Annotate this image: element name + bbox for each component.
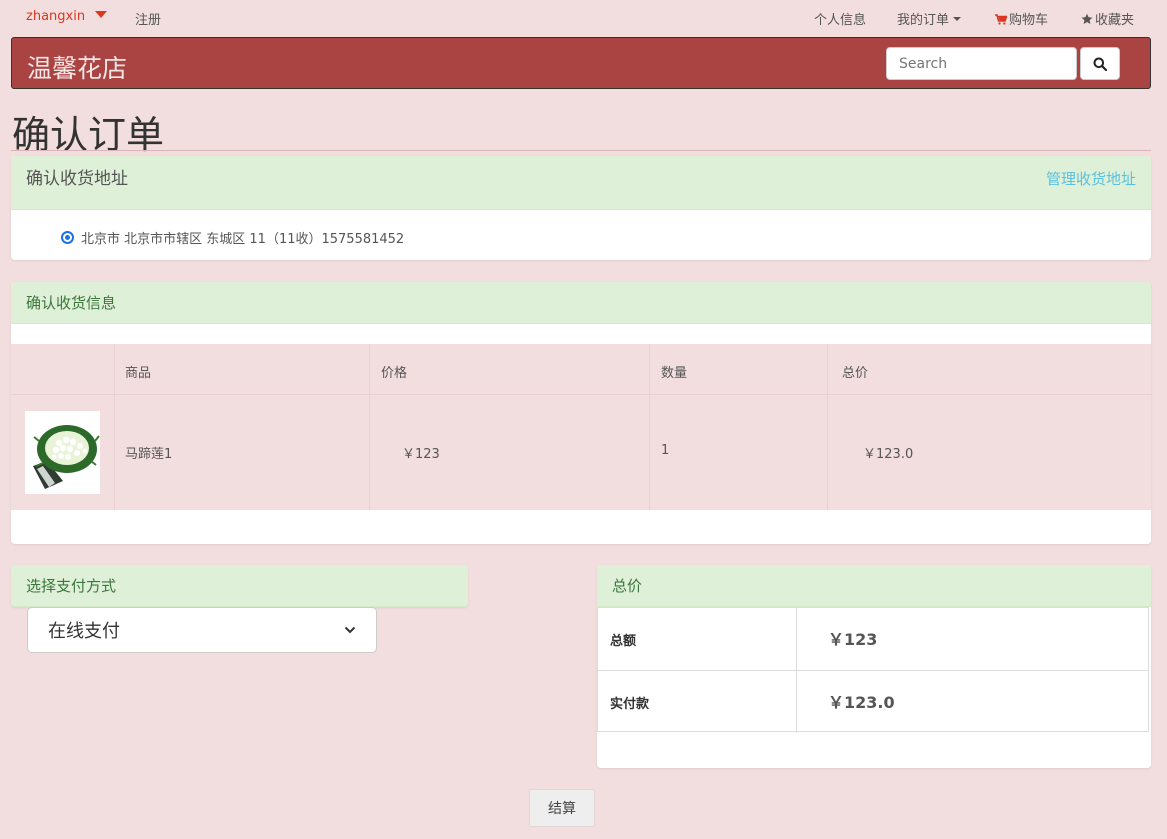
- favorites-link[interactable]: 收藏夹: [1081, 9, 1134, 28]
- total-table: 总额 ￥123 实付款 ￥123.0: [597, 607, 1149, 733]
- payment-panel: 选择支付方式: [11, 565, 468, 607]
- address-panel: 确认收货地址 管理收货地址 北京市 北京市市辖区 东城区 11（11收）1575…: [11, 156, 1151, 260]
- chevron-down-icon: [344, 626, 356, 634]
- search-button[interactable]: [1080, 47, 1120, 80]
- column-divider: [114, 344, 115, 510]
- address-radio[interactable]: [61, 231, 74, 244]
- flower-bouquet-image: [25, 411, 100, 494]
- orders-menu[interactable]: 我的订单: [897, 9, 962, 28]
- payment-heading: 选择支付方式: [26, 577, 117, 595]
- column-divider: [649, 344, 650, 510]
- column-header-price: 价格: [381, 366, 408, 381]
- user-name: zhangxin: [26, 9, 86, 24]
- star-icon: [1081, 13, 1093, 24]
- manage-address-link[interactable]: 管理收货地址: [1046, 156, 1136, 202]
- search-input[interactable]: [886, 47, 1077, 80]
- checkout-button[interactable]: 结算: [529, 789, 595, 827]
- favorites-label: 收藏夹: [1095, 13, 1135, 28]
- column-header-quantity: 数量: [661, 366, 688, 381]
- payment-method-value: 在线支付: [48, 621, 120, 642]
- address-panel-header: 确认收货地址 管理收货地址: [11, 156, 1151, 210]
- navbar: 温馨花店: [11, 37, 1151, 89]
- address-heading: 确认收货地址: [26, 169, 128, 189]
- paid-label: 实付款: [610, 697, 650, 712]
- amount-label: 总额: [610, 634, 637, 649]
- top-bar: zhangxin 注册 个人信息 我的订单 购物车 收藏夹: [0, 0, 1167, 34]
- product-total: ￥123.0: [863, 447, 914, 462]
- payment-method-select[interactable]: 在线支付: [27, 607, 377, 653]
- payment-panel-header: 选择支付方式: [11, 565, 468, 607]
- header-divider: [11, 394, 1151, 395]
- product-quantity: 1: [661, 443, 670, 458]
- total-panel: 总价 总额 ￥123 实付款 ￥123.0: [597, 565, 1151, 768]
- brand-logo[interactable]: 温馨花店: [27, 49, 127, 85]
- goods-table: 商品 价格 数量 总价 马蹄莲1 ￥123 1 ￥123.0: [11, 344, 1151, 510]
- product-name[interactable]: 马蹄莲1: [125, 443, 172, 462]
- orders-label: 我的订单: [897, 13, 950, 28]
- address-option[interactable]: 北京市 北京市市辖区 东城区 11（11收）1575581452: [61, 228, 404, 247]
- goods-panel: 确认收货信息 商品 价格 数量 总价 马蹄莲1 ￥123 1 ￥123.0: [11, 282, 1151, 544]
- cart-label: 购物车: [1009, 13, 1049, 28]
- caret-down-icon: [95, 11, 108, 18]
- cart-link[interactable]: 购物车: [995, 9, 1048, 28]
- user-menu[interactable]: zhangxin: [26, 9, 108, 24]
- search-icon: [1093, 57, 1107, 71]
- goods-heading: 确认收货信息: [26, 294, 117, 312]
- column-divider: [827, 344, 828, 510]
- profile-link[interactable]: 个人信息: [814, 9, 866, 28]
- caret-down-icon: [953, 17, 962, 21]
- goods-panel-header: 确认收货信息: [11, 282, 1151, 324]
- column-divider: [369, 344, 370, 510]
- product-price: ￥123: [402, 447, 440, 462]
- title-divider: [11, 150, 1151, 151]
- amount-value: ￥123: [828, 630, 878, 649]
- cart-icon: [995, 14, 1008, 25]
- total-heading: 总价: [612, 577, 643, 595]
- column-header-product: 商品: [125, 366, 152, 381]
- column-header-total: 总价: [842, 366, 869, 381]
- product-image[interactable]: [25, 411, 100, 494]
- amount-row: 总额 ￥123: [598, 608, 1148, 670]
- paid-value: ￥123.0: [828, 693, 895, 712]
- register-link[interactable]: 注册: [135, 9, 161, 28]
- address-text: 北京市 北京市市辖区 东城区 11（11收）1575581452: [81, 232, 405, 247]
- total-panel-header: 总价: [597, 565, 1151, 607]
- paid-row: 实付款 ￥123.0: [598, 670, 1148, 732]
